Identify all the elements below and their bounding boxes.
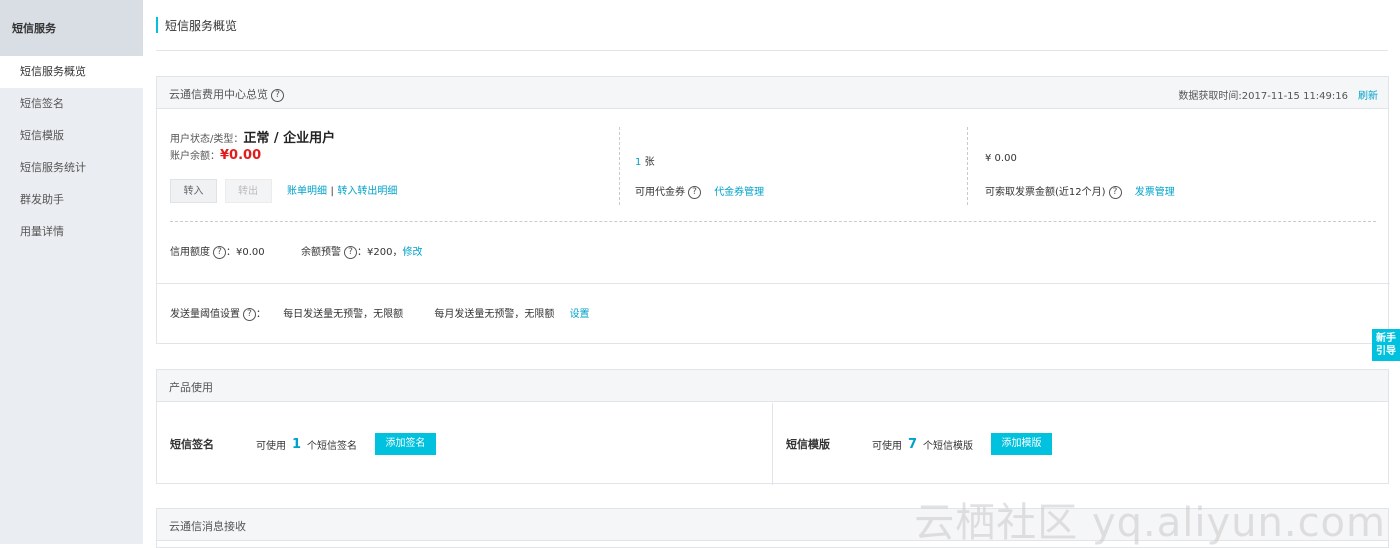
voucher-count: 1 [635,157,642,168]
add-template-button[interactable]: 添加模版 [991,433,1053,455]
message-receive-title: 云通信消息接收 [169,520,246,533]
sidebar-item-usage[interactable]: 用量详情 [0,216,143,248]
daily-limit-text: 每日发送量无预警，无限额 [283,309,404,320]
template-count: 7 [908,436,918,452]
transfer-in-button[interactable]: 转入 [170,179,217,203]
balance-value: ¥0.00 [220,148,262,163]
template-available-suffix: 个短信模版 [923,440,974,452]
page-header: 短信服务概览 [156,14,1388,51]
column-divider [619,127,620,205]
help-icon[interactable]: ? [271,88,284,102]
help-icon[interactable]: ? [344,245,358,259]
beginner-guide-button[interactable]: 新手 引导 [1372,329,1400,361]
product-usage-header: 产品使用 [157,370,1388,402]
product-usage-panel: 产品使用 短信签名 可使用 1 个短信签名 添加签名 短信模版 可使用 7 个短… [156,369,1389,485]
threshold-colon: ： [256,309,266,320]
cost-overview-title: 云通信费用中心总览? [169,86,284,102]
balance-label: 账户余额： [170,151,220,162]
template-title: 短信模版 [786,438,830,451]
help-icon[interactable]: ? [243,307,256,321]
add-signature-button[interactable]: 添加签名 [375,433,437,455]
bill-detail-link[interactable]: 账单明细 [287,186,327,197]
account-column: 用户状态/类型：正常 / 企业用户 账户余额：¥0.00 转入 转出 账单明细 … [170,127,397,203]
transfer-detail-link[interactable]: 转入转出明细 [337,186,397,197]
refresh-link[interactable]: 刷新 [1358,91,1378,102]
voucher-label: 可用代金券 [635,187,685,198]
sidebar-title: 短信服务 [0,0,143,56]
sidebar-item-bulk-assistant[interactable]: 群发助手 [0,184,143,216]
sidebar-item-signature[interactable]: 短信签名 [0,88,143,120]
signature-card: 短信签名 可使用 1 个短信签名 添加签名 [157,403,773,485]
signature-title: 短信签名 [170,438,214,451]
section-divider [157,283,1390,284]
help-icon[interactable]: ? [213,245,226,259]
invoice-value: ¥ 0.00 [985,153,1017,164]
fetch-time-area: 数据获取时间:2017-11-15 11:49:16 刷新 [1178,87,1378,102]
page-title: 短信服务概览 [165,19,238,33]
dashed-divider [170,221,1376,222]
sidebar-item-template[interactable]: 短信模版 [0,120,143,152]
modify-link[interactable]: 修改 [402,247,422,258]
signature-count: 1 [292,436,302,452]
balance-warning-label: 余额预警 [301,247,342,258]
cost-overview-panel: 云通信费用中心总览? 数据获取时间:2017-11-15 11:49:16 刷新 … [156,76,1390,344]
help-icon[interactable]: ? [688,185,701,199]
signature-available-suffix: 个短信签名 [307,440,358,452]
user-status-label: 用户状态/类型： [170,134,244,145]
column-divider [967,127,968,205]
sidebar-item-overview[interactable]: 短信服务概览 [0,56,143,88]
sidebar: 短信服务 短信服务概览 短信签名 短信模版 短信服务统计 群发助手 用量详情 [0,0,143,544]
voucher-unit: 张 [644,157,655,168]
title-accent-bar [156,17,158,33]
transfer-out-button[interactable]: 转出 [224,179,272,203]
template-card: 短信模版 可使用 7 个短信模版 添加模版 [774,403,1388,485]
signature-available-prefix: 可使用 [256,440,286,452]
cost-overview-title-text: 云通信费用中心总览 [169,88,268,101]
credit-row: 信用额度? ：¥0.00 余额预警? ：¥200，修改 [170,243,422,259]
watermark: 云栖社区 yq.aliyun.com [914,500,1386,546]
credit-value: ：¥0.00 [226,247,265,258]
template-available-prefix: 可使用 [872,440,902,452]
link-separator: | [330,186,334,197]
balance-warning-value: ：¥200， [357,247,403,258]
guide-line-2: 引导 [1376,346,1396,357]
invoice-manage-link[interactable]: 发票管理 [1135,187,1175,198]
user-status-value: 正常 / 企业用户 [243,131,336,146]
main-content: 短信服务概览 云通信费用中心总览? 数据获取时间:2017-11-15 11:4… [143,0,1400,548]
threshold-row: 发送量阈值设置?： 每日发送量无预警，无限额 每月发送量无预警，无限额 设置 [170,305,590,321]
fetch-time: 数据获取时间:2017-11-15 11:49:16 [1178,91,1348,102]
threshold-label: 发送量阈值设置 [170,309,240,320]
invoice-label: 可索取发票金额(近12个月) [985,187,1106,198]
cost-overview-header: 云通信费用中心总览? 数据获取时间:2017-11-15 11:49:16 刷新 [157,77,1388,109]
credit-label: 信用额度 [170,247,210,258]
voucher-manage-link[interactable]: 代金券管理 [714,187,764,198]
voucher-column: 1 张 可用代金券? 代金券管理 [635,153,764,199]
threshold-settings-link[interactable]: 设置 [570,309,590,320]
guide-line-1: 新手 [1376,333,1396,344]
invoice-column: ¥ 0.00 可索取发票金额(近12个月)? 发票管理 [985,153,1175,199]
sidebar-item-statistics[interactable]: 短信服务统计 [0,152,143,184]
monthly-limit-text: 每月发送量无预警，无限额 [434,309,555,320]
help-icon[interactable]: ? [1108,185,1122,199]
product-usage-title: 产品使用 [169,381,213,394]
